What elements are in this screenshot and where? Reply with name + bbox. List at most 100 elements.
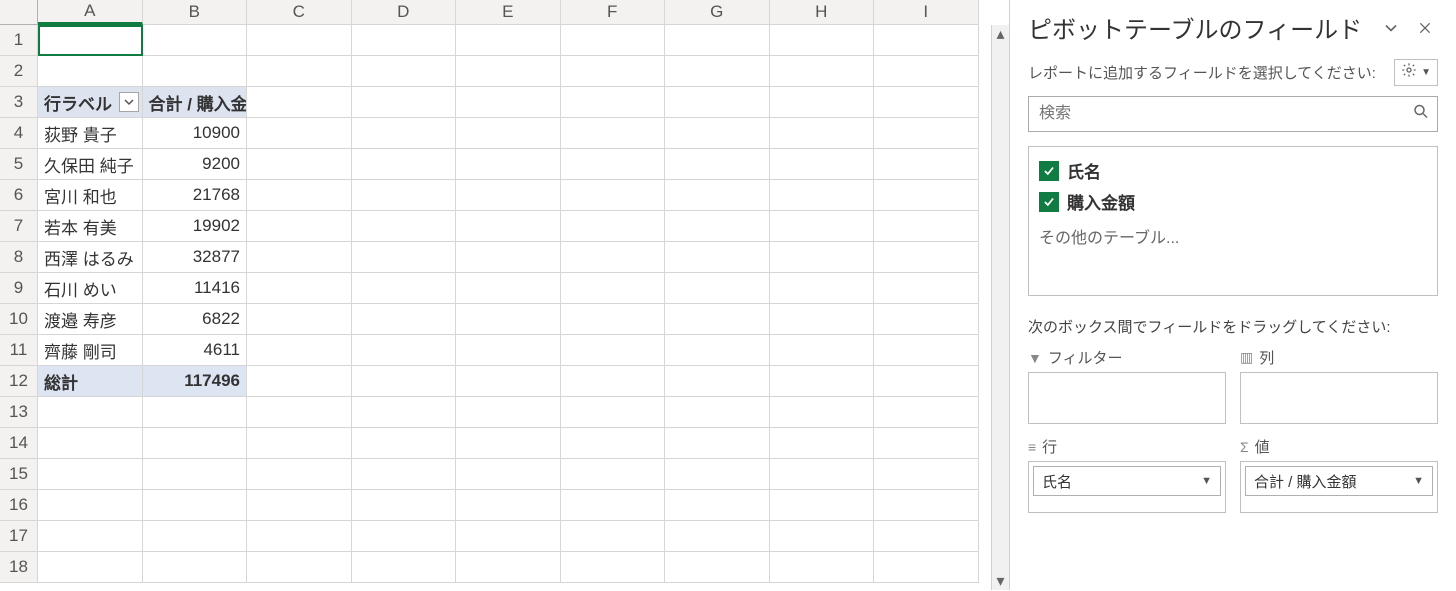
cell[interactable] [665, 25, 770, 56]
cell[interactable] [247, 366, 352, 397]
cell[interactable] [665, 87, 770, 118]
cell[interactable] [38, 459, 143, 490]
cell[interactable] [38, 552, 143, 583]
cell[interactable] [352, 304, 457, 335]
cell[interactable] [352, 242, 457, 273]
row-header[interactable]: 12 [0, 366, 38, 397]
cell[interactable] [665, 521, 770, 552]
cell[interactable] [561, 149, 666, 180]
cell[interactable] [665, 397, 770, 428]
cell[interactable] [561, 521, 666, 552]
cell[interactable] [456, 242, 561, 273]
column-header[interactable]: G [665, 0, 770, 25]
cell[interactable] [665, 118, 770, 149]
columns-dropzone[interactable] [1240, 372, 1438, 424]
row-header[interactable]: 1 [0, 25, 38, 56]
cell[interactable] [456, 428, 561, 459]
row-header[interactable]: 16 [0, 490, 38, 521]
cell[interactable] [561, 366, 666, 397]
cell[interactable] [665, 335, 770, 366]
cell[interactable] [247, 149, 352, 180]
cell[interactable] [770, 149, 875, 180]
cell[interactable] [665, 149, 770, 180]
cell[interactable] [770, 25, 875, 56]
cell[interactable] [352, 397, 457, 428]
cell[interactable] [665, 490, 770, 521]
cell[interactable]: 荻野 貴子 [38, 118, 143, 149]
cell[interactable] [352, 25, 457, 56]
row-header[interactable]: 3 [0, 87, 38, 118]
cell[interactable] [561, 180, 666, 211]
cell[interactable] [38, 490, 143, 521]
cell[interactable] [143, 56, 248, 87]
cell[interactable] [770, 180, 875, 211]
scroll-down-button[interactable]: ▾ [992, 572, 1009, 590]
cell[interactable] [456, 552, 561, 583]
cell[interactable] [456, 25, 561, 56]
cell[interactable]: 117496 [143, 366, 248, 397]
cell[interactable] [874, 149, 979, 180]
cell[interactable] [561, 118, 666, 149]
cell[interactable] [770, 56, 875, 87]
cell[interactable] [352, 180, 457, 211]
cell[interactable]: 行ラベル [38, 87, 143, 118]
cell[interactable]: 11416 [143, 273, 248, 304]
checkbox-checked-icon[interactable] [1039, 192, 1059, 212]
cell[interactable]: 9200 [143, 149, 248, 180]
collapse-icon[interactable] [1378, 15, 1404, 41]
cell[interactable] [247, 242, 352, 273]
cell[interactable] [770, 335, 875, 366]
value-field-pill[interactable]: 合計 / 購入金額▼ [1245, 466, 1433, 496]
cell[interactable] [665, 211, 770, 242]
cell[interactable]: 久保田 純子 [38, 149, 143, 180]
cell[interactable] [874, 397, 979, 428]
cell[interactable] [143, 25, 248, 56]
cell[interactable] [247, 304, 352, 335]
cell[interactable] [665, 180, 770, 211]
cell[interactable] [770, 428, 875, 459]
cell[interactable] [247, 211, 352, 242]
row-header[interactable]: 15 [0, 459, 38, 490]
cell[interactable] [247, 428, 352, 459]
cell[interactable]: 若本 有美 [38, 211, 143, 242]
cell[interactable] [770, 242, 875, 273]
cell[interactable] [874, 304, 979, 335]
cell[interactable] [38, 428, 143, 459]
cell[interactable]: 齊藤 剛司 [38, 335, 143, 366]
cell[interactable] [561, 211, 666, 242]
cell[interactable] [874, 25, 979, 56]
cell[interactable] [247, 397, 352, 428]
cell[interactable] [770, 459, 875, 490]
cell[interactable] [874, 428, 979, 459]
cell[interactable] [352, 552, 457, 583]
settings-button[interactable]: ▼ [1394, 59, 1438, 86]
cell[interactable] [770, 521, 875, 552]
cell[interactable] [38, 25, 143, 56]
cell[interactable] [456, 304, 561, 335]
cell[interactable] [38, 397, 143, 428]
cell[interactable] [352, 56, 457, 87]
cell[interactable] [352, 459, 457, 490]
cell[interactable] [561, 304, 666, 335]
values-dropzone[interactable]: 合計 / 購入金額▼ [1240, 461, 1438, 513]
row-header[interactable]: 8 [0, 242, 38, 273]
checkbox-checked-icon[interactable] [1039, 161, 1059, 181]
select-all-corner[interactable] [0, 0, 38, 25]
cell[interactable] [770, 490, 875, 521]
cell[interactable] [456, 118, 561, 149]
cell[interactable] [38, 521, 143, 552]
column-header[interactable]: I [874, 0, 979, 25]
cell[interactable] [874, 521, 979, 552]
cell[interactable]: 石川 めい [38, 273, 143, 304]
column-header[interactable]: F [561, 0, 666, 25]
scroll-up-button[interactable]: ▴ [992, 25, 1009, 43]
row-header[interactable]: 9 [0, 273, 38, 304]
cell[interactable] [770, 304, 875, 335]
row-header[interactable]: 17 [0, 521, 38, 552]
other-tables-link[interactable]: その他のテーブル... [1039, 220, 1179, 248]
cell[interactable] [456, 459, 561, 490]
cell[interactable] [456, 366, 561, 397]
cell[interactable]: 渡邉 寿彦 [38, 304, 143, 335]
cell[interactable] [456, 180, 561, 211]
cell[interactable] [38, 56, 143, 87]
